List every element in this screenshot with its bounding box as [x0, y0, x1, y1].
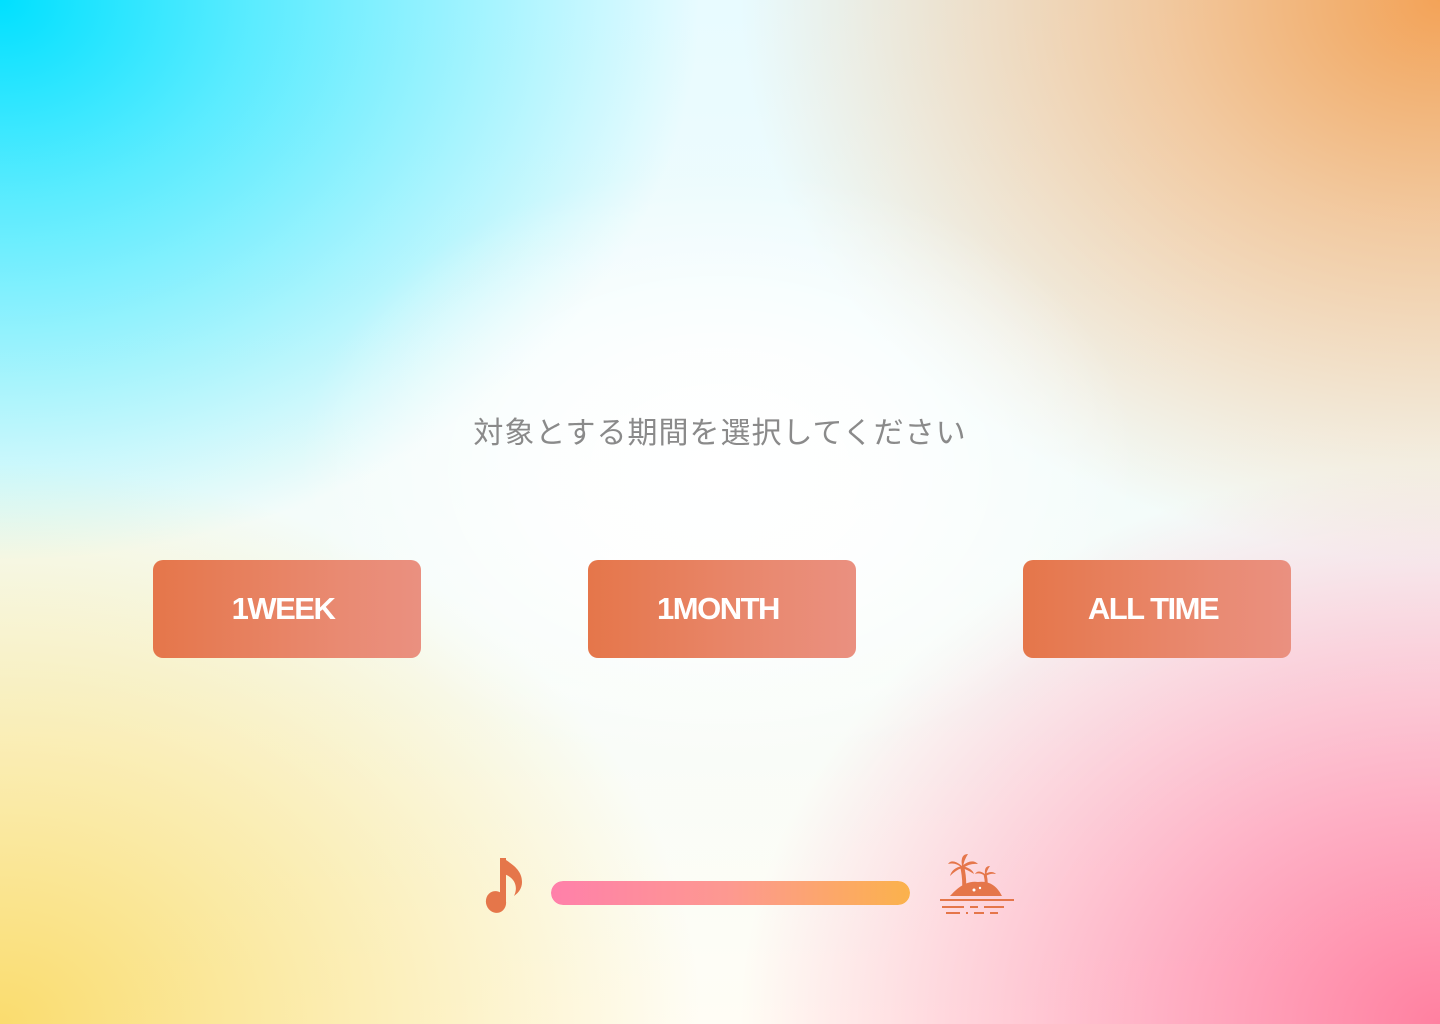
- progress-bar: [551, 881, 910, 905]
- all-time-button-label: ALL TIME: [1087, 591, 1220, 626]
- one-month-button-label: 1MONTH: [657, 591, 780, 626]
- one-week-button-label: 1WEEK: [231, 591, 336, 626]
- gradient-background: [0, 0, 1440, 1024]
- period-prompt: 対象とする期間を選択してください: [473, 416, 967, 451]
- one-month-button[interactable]: 1MONTH: [588, 560, 856, 658]
- music-note-icon: [485, 858, 522, 913]
- island-icon: [940, 854, 1014, 914]
- progress-fill: [551, 881, 910, 905]
- all-time-button[interactable]: ALL TIME: [1023, 560, 1291, 658]
- one-week-button[interactable]: 1WEEK: [153, 560, 421, 658]
